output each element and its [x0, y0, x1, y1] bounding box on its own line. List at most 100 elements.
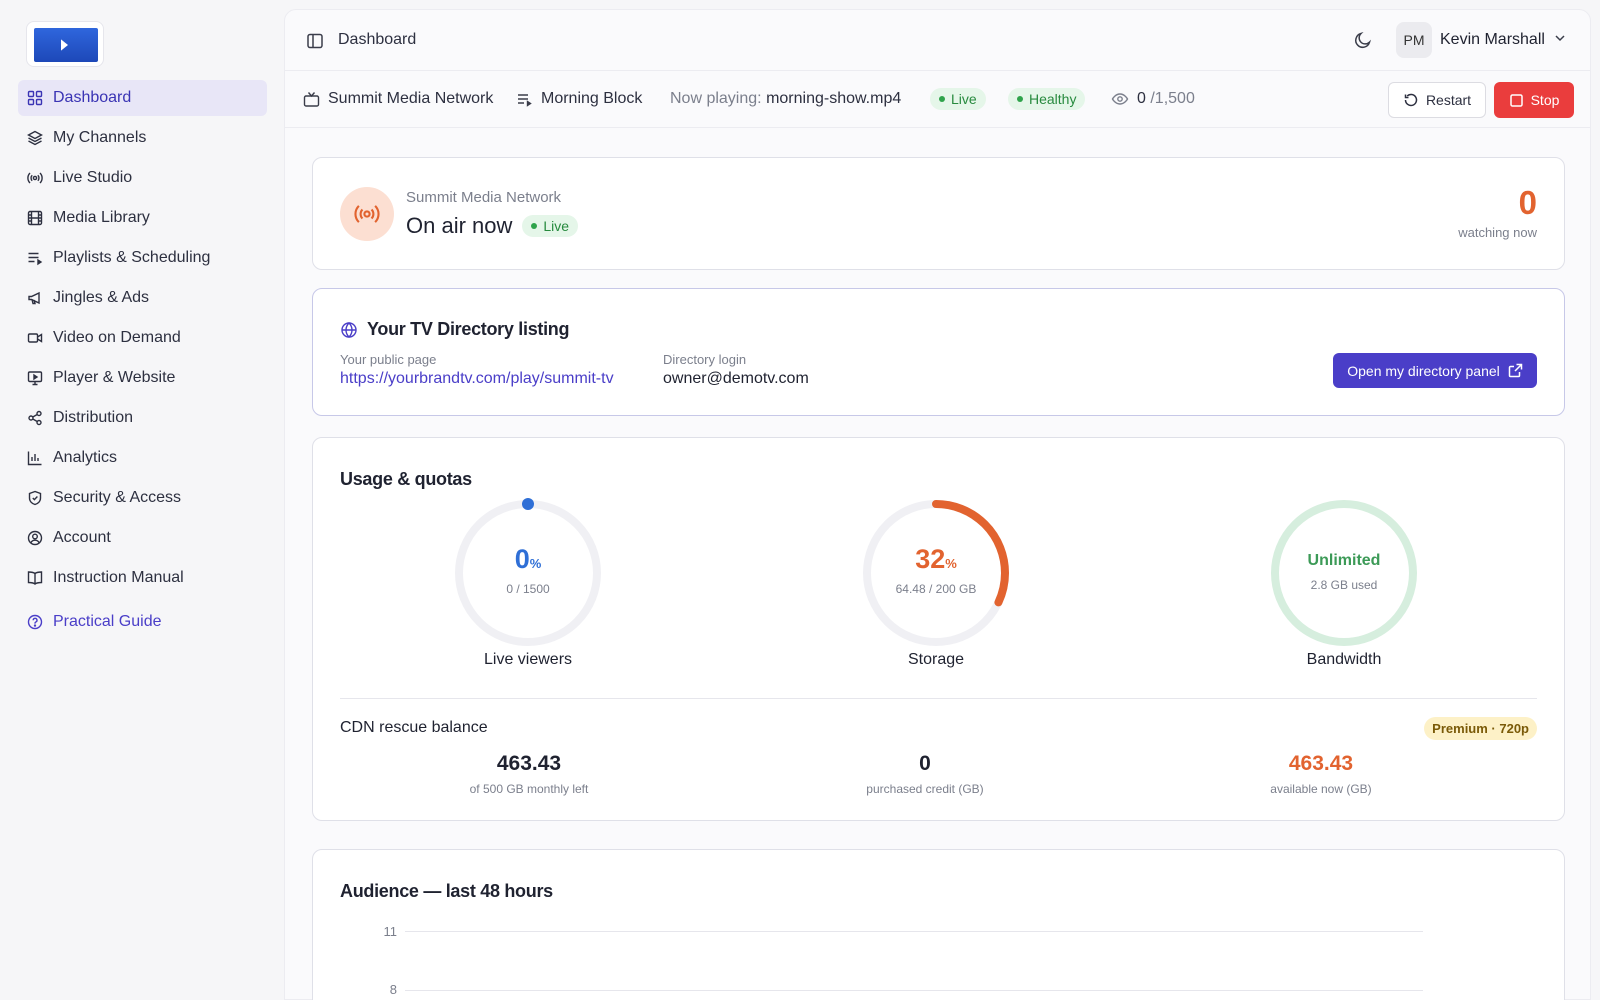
globe-icon	[341, 321, 357, 338]
audience-title: Audience — last 48 hours	[340, 881, 553, 901]
user-circle-icon	[27, 530, 43, 546]
cdn-monthly: 463.43 of 500 GB monthly left	[469, 752, 589, 796]
plan-badge: Premium · 720p	[1424, 717, 1537, 740]
sidebar-item-label: Jingles & Ads	[53, 289, 150, 306]
watching-label: watching now	[1458, 225, 1537, 240]
share-icon	[27, 410, 43, 426]
sidebar-item-label: Playlists & Scheduling	[53, 249, 211, 266]
eye-icon	[1111, 93, 1129, 105]
storage-gauge: 32% 64.48 / 200 GB	[861, 498, 1011, 648]
sidebar-item-player-website[interactable]: Player & Website	[18, 360, 267, 396]
gauge-dot	[522, 498, 534, 510]
sidebar-item-my-channels[interactable]: My Channels	[18, 120, 267, 156]
public-page-label: Your public page	[340, 352, 437, 367]
status-bar: Summit Media Network Morning Block Now p…	[285, 71, 1590, 128]
sidebar-item-live-studio[interactable]: Live Studio	[18, 160, 267, 196]
sidebar-item-media-library[interactable]: Media Library	[18, 200, 267, 236]
external-link-icon	[1508, 363, 1523, 378]
cdn-title: CDN rescue balance	[340, 719, 488, 736]
gridline	[405, 990, 1423, 991]
channel-name: Summit Media Network	[328, 90, 494, 107]
sidebar-item-label: Account	[53, 529, 111, 546]
sidebar-item-label: Analytics	[53, 449, 118, 466]
shield-icon	[27, 490, 43, 506]
sidebar-toggle-icon[interactable]	[306, 32, 324, 55]
restart-icon	[1404, 93, 1418, 107]
broadcast-icon	[340, 187, 394, 241]
block-selector[interactable]: Morning Block	[516, 90, 642, 108]
on-air-title: On air now Live	[406, 213, 579, 239]
user-menu[interactable]: PM Kevin Marshall	[1396, 22, 1567, 58]
playlist-icon	[518, 93, 532, 107]
sidebar-item-label: Instruction Manual	[53, 569, 184, 586]
health-status-badge: Healthy	[1008, 88, 1086, 110]
restart-button[interactable]: Restart	[1388, 82, 1486, 118]
on-air-card: Summit Media Network On air now Live 0 w…	[312, 157, 1565, 270]
layers-icon	[27, 130, 43, 146]
open-directory-button[interactable]: Open my directory panel	[1333, 353, 1537, 388]
storage-sub: 64.48 / 200 GB	[895, 582, 977, 596]
tv-icon	[303, 91, 320, 107]
sidebar-item-label: Media Library	[53, 209, 150, 226]
directory-login-value: owner@demotv.com	[663, 370, 809, 387]
sidebar-nav: Dashboard My Channels Live Studio Media …	[18, 80, 267, 644]
sidebar-item-label: Security & Access	[53, 489, 182, 506]
now-playing-file: morning-show.mp4	[766, 90, 902, 107]
sidebar-item-label: Distribution	[53, 409, 134, 426]
audience-card: Audience — last 48 hours 11 8	[312, 849, 1565, 1000]
sidebar-item-label: Video on Demand	[53, 329, 181, 346]
usage-card: Usage & quotas 0% 0 / 1500 Live viewers …	[312, 437, 1565, 821]
now-playing: Now playing: morning-show.mp4	[670, 90, 901, 108]
sidebar-item-practical-guide[interactable]: Practical Guide	[18, 604, 267, 640]
directory-login-label: Directory login	[663, 352, 747, 367]
sidebar-item-instruction-manual[interactable]: Instruction Manual	[18, 560, 267, 596]
directory-card: Your TV Directory listing Your public pa…	[312, 288, 1565, 416]
sidebar-item-playlists[interactable]: Playlists & Scheduling	[18, 240, 267, 276]
sidebar-item-distribution[interactable]: Distribution	[18, 400, 267, 436]
topbar: Dashboard PM Kevin Marshall	[285, 10, 1590, 71]
broadcast-icon	[27, 170, 43, 186]
film-icon	[27, 210, 43, 226]
public-page-link[interactable]: https://yourbrandtv.com/play/summit-tv	[340, 370, 614, 388]
on-air-network: Summit Media Network	[406, 189, 562, 206]
video-icon	[27, 330, 43, 346]
viewers-percent: 0%	[514, 544, 542, 574]
live-status-badge: Live	[930, 88, 986, 110]
live-status-badge: Live	[522, 215, 579, 237]
bandwidth-sub: 2.8 GB used	[1310, 578, 1378, 592]
bandwidth-gauge: Unlimited 2.8 GB used	[1269, 498, 1419, 648]
viewer-current: 0	[1137, 90, 1146, 107]
bandwidth-label: Bandwidth	[1306, 651, 1382, 668]
grid-icon	[27, 90, 43, 106]
sidebar-item-dashboard[interactable]: Dashboard	[18, 80, 267, 116]
bar-chart-icon	[27, 450, 43, 466]
sidebar-item-video-on-demand[interactable]: Video on Demand	[18, 320, 267, 356]
user-name: Kevin Marshall	[1440, 31, 1545, 48]
stop-icon	[1509, 93, 1523, 107]
storage-percent: 32%	[915, 544, 957, 574]
gridline	[405, 931, 1423, 932]
playlist-icon	[27, 250, 43, 266]
help-circle-icon	[27, 614, 43, 630]
page-title: Dashboard	[338, 31, 417, 48]
sidebar-item-jingles-ads[interactable]: Jingles & Ads	[18, 280, 267, 316]
sidebar: Dashboard My Channels Live Studio Media …	[0, 0, 284, 1000]
sidebar-item-security[interactable]: Security & Access	[18, 480, 267, 516]
block-name: Morning Block	[541, 90, 643, 107]
moon-icon[interactable]	[1353, 30, 1373, 55]
viewer-cap: /1,500	[1150, 90, 1195, 107]
sidebar-item-analytics[interactable]: Analytics	[18, 440, 267, 476]
y-tick-label: 8	[389, 982, 397, 997]
avatar: PM	[1396, 22, 1432, 58]
now-playing-label: Now playing:	[670, 90, 762, 107]
sidebar-item-account[interactable]: Account	[18, 520, 267, 556]
sidebar-item-label: My Channels	[53, 129, 147, 146]
channel-selector[interactable]: Summit Media Network	[303, 90, 493, 108]
sidebar-item-label: Practical Guide	[53, 613, 162, 630]
chevron-down-icon	[1553, 31, 1567, 50]
stop-button[interactable]: Stop	[1494, 82, 1574, 118]
logo[interactable]	[26, 21, 104, 67]
directory-title: Your TV Directory listing	[340, 319, 570, 340]
watching-count: 0	[1518, 184, 1537, 221]
megaphone-icon	[27, 290, 43, 306]
